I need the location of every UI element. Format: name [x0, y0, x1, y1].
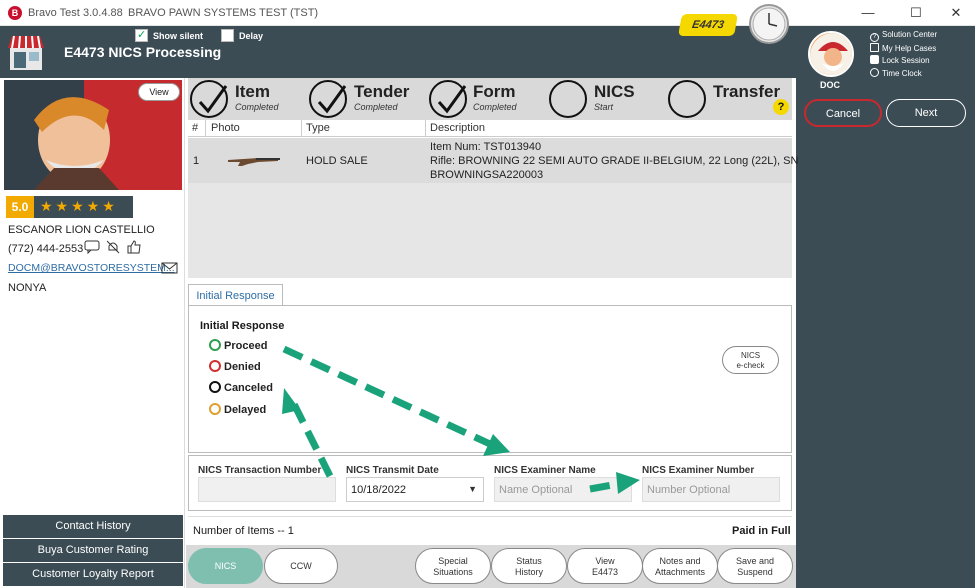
app-name: Bravo Test — [28, 7, 80, 19]
items-table-header — [188, 120, 792, 137]
row-number: 1 — [193, 155, 200, 167]
clock-small-icon — [870, 68, 879, 77]
delayed-label: Delayed — [224, 404, 267, 416]
nics-echeck-button[interactable]: NICS e-check — [722, 346, 779, 374]
buya-customer-rating-button[interactable]: Buya Customer Rating — [3, 539, 183, 562]
step-item-status: Completed — [235, 102, 279, 112]
close-button[interactable]: ✕ — [941, 4, 971, 22]
examiner-number-label: NICS Examiner Number — [642, 465, 755, 476]
initial-response-heading: Initial Response — [200, 320, 285, 332]
denied-radio[interactable] — [209, 360, 221, 372]
transmit-date-select[interactable]: 10/18/2022 ▼ — [346, 477, 484, 502]
step-form-status: Completed — [473, 102, 517, 112]
proceed-label: Proceed — [224, 340, 268, 352]
user-name: DOC — [820, 80, 840, 90]
delay-label: Delay — [239, 31, 264, 41]
step-form-check-icon — [429, 80, 467, 118]
special-situations-button[interactable]: Special Situations — [415, 548, 491, 584]
step-tender-status: Completed — [354, 102, 398, 112]
column-header-photo: Photo — [211, 122, 240, 134]
cancel-button[interactable]: Cancel — [804, 99, 882, 127]
proceed-radio[interactable] — [209, 339, 221, 351]
title-bar: B Bravo Test 3.0.4.88 BRAVO PAWN SYSTEMS… — [0, 0, 975, 26]
row-type: HOLD SALE — [306, 155, 368, 167]
step-form-title: Form — [473, 82, 516, 101]
column-header-type: Type — [306, 122, 330, 134]
examiner-name-label: NICS Examiner Name — [494, 465, 596, 476]
transaction-number-input[interactable] — [198, 477, 336, 502]
step-nics-title: NICS — [594, 82, 635, 101]
chevron-down-icon: ▼ — [468, 484, 477, 494]
row-description: Rifle: BROWNING 22 SEMI AUTO GRADE II-BE… — [430, 155, 799, 167]
show-silent-checkbox[interactable] — [135, 28, 148, 42]
status-history-button[interactable]: Status History — [491, 548, 567, 584]
show-silent-label: Show silent — [153, 31, 204, 41]
ccw-tab-button[interactable]: CCW — [264, 548, 338, 584]
nics-tab-button[interactable]: NICS — [188, 548, 263, 584]
step-item-title: Item — [235, 82, 270, 101]
store-icon — [8, 35, 44, 70]
rating-score: 5.0 — [6, 196, 34, 218]
rifle-photo-thumbnail[interactable] — [228, 154, 280, 166]
step-tender-check-icon — [309, 80, 347, 118]
step-transfer-circle-icon — [668, 80, 706, 118]
lock-icon — [870, 55, 879, 64]
app-logo-icon: B — [8, 6, 22, 20]
time-clock-link[interactable]: Time Clock — [870, 68, 922, 78]
clock-icon — [749, 4, 789, 44]
notes-attachments-button[interactable]: Notes and Attachments — [642, 548, 718, 584]
canceled-label: Canceled — [224, 382, 273, 394]
tab-initial-response[interactable]: Initial Response — [188, 284, 283, 306]
transmit-date-label: NICS Transmit Date — [346, 465, 439, 476]
paid-status: Paid in Full — [732, 525, 791, 537]
lock-session-link[interactable]: Lock Session — [870, 55, 930, 65]
my-help-cases-link[interactable]: My Help Cases — [870, 43, 936, 53]
rating-stars: ★★★★★ — [40, 198, 118, 214]
system-name: BRAVO PAWN SYSTEMS TEST (TST) — [128, 7, 319, 19]
delayed-radio[interactable] — [209, 403, 221, 415]
step-item-check-icon — [190, 80, 228, 118]
row-serial: BROWNINGSA220003 — [430, 169, 544, 181]
thumbs-up-icon[interactable] — [126, 239, 142, 255]
step-tender-title: Tender — [354, 82, 410, 101]
customer-loyalty-report-button[interactable]: Customer Loyalty Report — [3, 563, 183, 586]
view-photo-button[interactable]: View — [138, 83, 180, 101]
customer-phone: (772) 444-2553 — [8, 243, 84, 255]
row-item-number: Item Num: TST013940 — [430, 141, 542, 153]
save-suspend-button[interactable]: Save and Suspend — [717, 548, 793, 584]
column-header-number: # — [192, 122, 199, 134]
denied-label: Denied — [224, 361, 261, 373]
e4473-badge: E4473 — [678, 14, 738, 36]
bell-off-icon[interactable] — [105, 239, 121, 255]
page-title: E4473 NICS Processing — [64, 44, 222, 60]
contact-history-button[interactable]: Contact History — [3, 515, 183, 538]
step-transfer-title: Transfer — [713, 82, 781, 101]
canceled-radio[interactable] — [209, 381, 221, 393]
items-count: Number of Items -- 1 — [193, 525, 294, 537]
folder-icon — [870, 43, 879, 52]
table-empty-area — [188, 183, 792, 278]
view-e4473-button[interactable]: View E4473 — [567, 548, 643, 584]
customer-name: ESCANOR LION CASTELLIO — [8, 224, 155, 236]
email-icon[interactable] — [161, 262, 178, 274]
minimize-button[interactable]: — — [853, 4, 883, 22]
next-button[interactable]: Next — [886, 99, 966, 127]
step-nics-circle-icon — [549, 80, 587, 118]
step-nics-status: Start — [594, 102, 614, 112]
examiner-name-input[interactable]: Name Optional — [494, 477, 632, 502]
message-icon[interactable] — [84, 240, 100, 254]
maximize-button[interactable]: ☐ — [901, 4, 931, 22]
customer-note: NONYA — [8, 282, 47, 294]
app-version: 3.0.4.88 — [83, 7, 123, 19]
delay-checkbox[interactable] — [221, 29, 234, 42]
examiner-number-input[interactable]: Number Optional — [642, 477, 780, 502]
solution-center-link[interactable]: ? Solution Center — [870, 30, 937, 42]
customer-rating: 5.0 ★★★★★ — [6, 196, 133, 218]
help-circle-icon: ? — [870, 33, 879, 42]
transaction-number-label: NICS Transaction Number — [198, 465, 322, 476]
customer-email-link[interactable]: DOCM@BRAVOSTORESYSTEM... — [8, 262, 175, 274]
avatar[interactable] — [808, 31, 854, 77]
help-icon[interactable]: ? — [773, 99, 789, 115]
column-header-description: Description — [430, 122, 486, 134]
